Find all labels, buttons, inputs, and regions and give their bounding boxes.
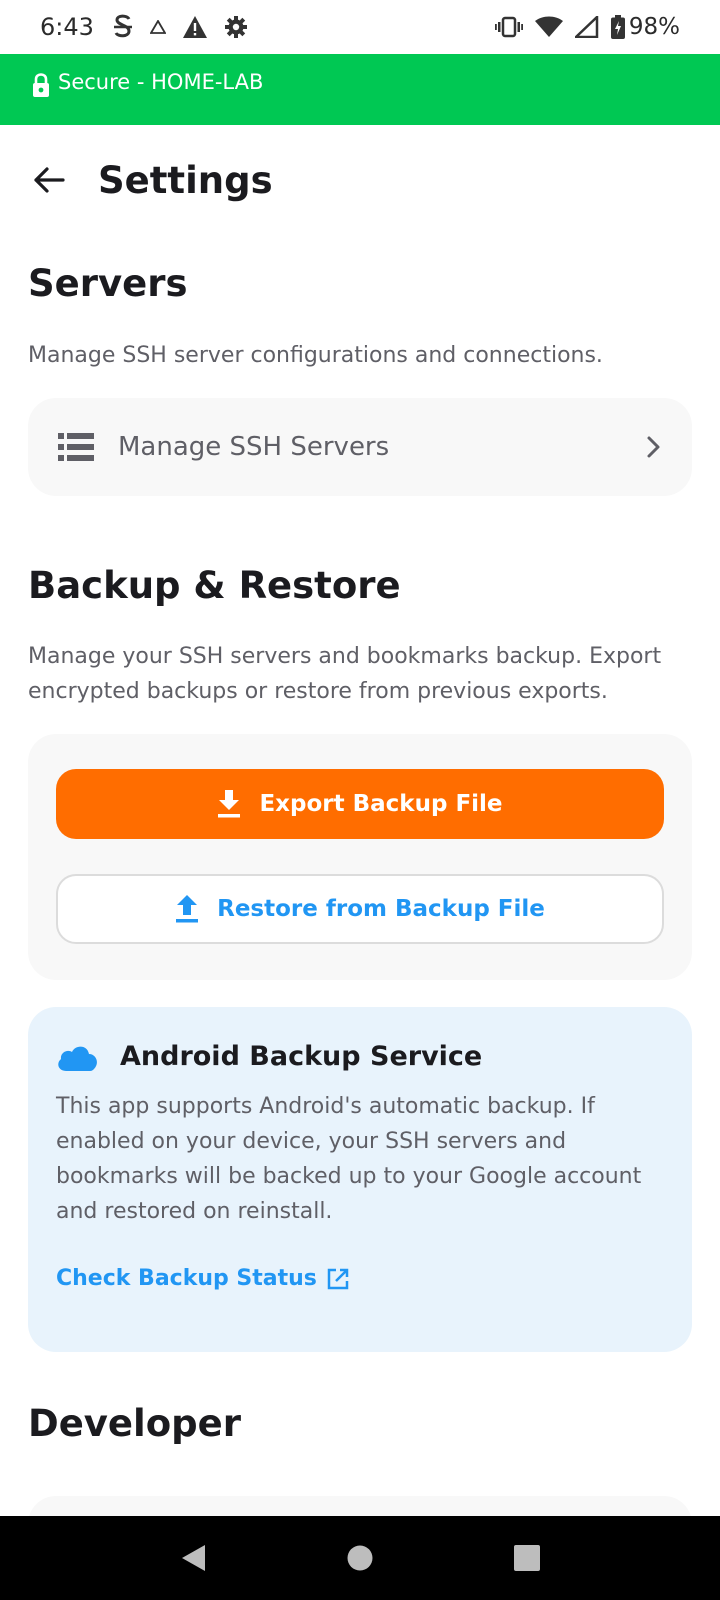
- banner-text: Secure - HOME-LAB: [58, 70, 264, 94]
- secure-connection-banner: Secure - HOME-LAB: [0, 54, 720, 125]
- back-button[interactable]: [19, 150, 79, 210]
- battery-charging-icon: [610, 15, 625, 39]
- cell-signal-icon: [574, 16, 599, 38]
- external-link-icon: [327, 1268, 349, 1290]
- backup-actions-card: Export Backup File Restore from Backup F…: [28, 734, 692, 980]
- app-notification-icon: [112, 14, 134, 40]
- nav-back-icon: [182, 1545, 206, 1571]
- nav-recents-button[interactable]: [497, 1528, 557, 1588]
- chevron-right-icon: [647, 436, 660, 458]
- nav-recents-icon: [513, 1545, 540, 1571]
- android-backup-header: Android Backup Service: [56, 1041, 482, 1072]
- export-backup-button[interactable]: Export Backup File: [56, 769, 664, 839]
- status-bar: 6:43 98%: [0, 0, 720, 54]
- cloud-icon: [58, 1046, 97, 1071]
- warning-icon: [182, 15, 208, 39]
- manage-ssh-servers-label: Manage SSH Servers: [118, 432, 390, 462]
- app-bar: Settings: [0, 125, 720, 235]
- android-backup-title: Android Backup Service: [120, 1041, 483, 1072]
- restore-backup-button[interactable]: Restore from Backup File: [56, 874, 664, 944]
- check-backup-status-link[interactable]: Check Backup Status: [56, 1266, 349, 1291]
- arrow-left-icon: [34, 167, 65, 193]
- nav-home-icon: [347, 1545, 373, 1571]
- gear-icon: [224, 15, 248, 39]
- upload-icon: [175, 895, 199, 923]
- backup-section-description: Manage your SSH servers and bookmarks ba…: [28, 644, 662, 704]
- system-navigation-bar: [0, 1516, 720, 1600]
- battery-percent: 98%: [628, 14, 680, 40]
- android-backup-info-card: Android Backup Service This app supports…: [28, 1007, 692, 1352]
- server-list-icon: [58, 433, 94, 461]
- small-warning-icon: [149, 20, 166, 34]
- nav-back-button[interactable]: [163, 1528, 223, 1588]
- vibrate-icon: [494, 16, 523, 38]
- lock-icon: [32, 72, 50, 103]
- status-time: 6:43: [40, 13, 94, 41]
- manage-ssh-servers-item[interactable]: Manage SSH Servers: [28, 398, 692, 496]
- wifi-icon: [534, 16, 563, 38]
- servers-section-title: Servers: [28, 262, 188, 305]
- android-backup-body: This app supports Android's automatic ba…: [56, 1094, 642, 1224]
- restore-backup-label: Restore from Backup File: [217, 896, 545, 922]
- servers-section-description: Manage SSH server configurations and con…: [28, 343, 603, 368]
- page-title: Settings: [98, 158, 273, 202]
- export-backup-label: Export Backup File: [259, 791, 503, 817]
- download-icon: [217, 790, 241, 818]
- nav-home-button[interactable]: [330, 1528, 390, 1588]
- developer-section-title: Developer: [28, 1402, 241, 1445]
- status-right: 98%: [483, 14, 680, 40]
- check-backup-status-label: Check Backup Status: [56, 1266, 317, 1291]
- backup-section-title: Backup & Restore: [28, 564, 401, 607]
- status-left: 6:43: [40, 13, 264, 41]
